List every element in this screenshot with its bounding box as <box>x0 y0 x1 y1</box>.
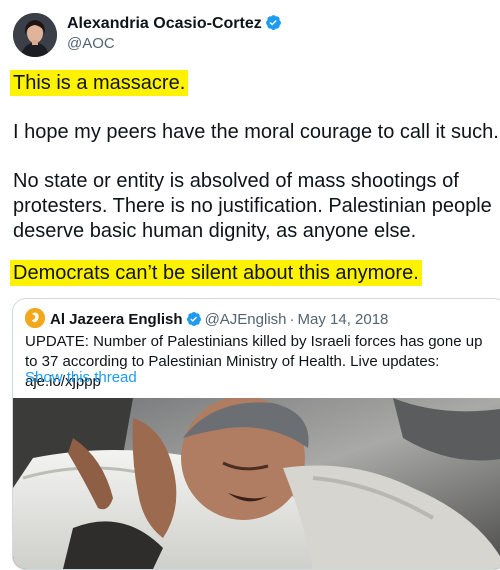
tweet-line: protesters. There is no justification. P… <box>13 195 492 217</box>
separator-dot: · <box>289 311 295 328</box>
avatar[interactable] <box>13 13 57 57</box>
author-handle[interactable]: @AOC <box>67 35 115 53</box>
author-name-row[interactable]: Alexandria Ocasio-Cortez <box>67 14 282 37</box>
highlighted-text: Democrats can’t be silent about this any… <box>10 260 422 286</box>
quoted-date[interactable]: May 14, 2018 <box>298 311 389 328</box>
news-photo <box>13 398 500 569</box>
author-name[interactable]: Alexandria Ocasio-Cortez <box>67 15 262 32</box>
quoted-tweet-card[interactable]: Al Jazeera English @AJEnglish · May 14, 201… <box>12 298 500 570</box>
quoted-tweet-photo[interactable] <box>13 398 500 569</box>
tweet-line: No state or entity is absolved of mass s… <box>13 170 459 192</box>
show-thread-link[interactable]: Show this thread <box>25 368 137 388</box>
tweet-line: deserve basic human dignity, as anyone e… <box>13 220 417 242</box>
verified-badge-icon <box>265 14 282 37</box>
verified-badge-icon <box>186 311 202 333</box>
tweet-line-highlight-2: Democrats can’t be silent about this any… <box>10 260 422 286</box>
tweet-line-highlight-1: This is a massacre. <box>10 70 189 96</box>
avatar-photo <box>13 13 57 57</box>
al-jazeera-logo-icon[interactable] <box>25 308 45 328</box>
quoted-tweet-header: Al Jazeera English @AJEnglish · May 14, 201… <box>25 308 388 333</box>
highlighted-text: This is a massacre. <box>10 70 189 96</box>
tweet-line: I hope my peers have the moral courage t… <box>13 121 499 143</box>
quoted-author-name[interactable]: Al Jazeera English <box>50 311 183 328</box>
quoted-author-handle[interactable]: @AJEnglish <box>205 311 287 328</box>
